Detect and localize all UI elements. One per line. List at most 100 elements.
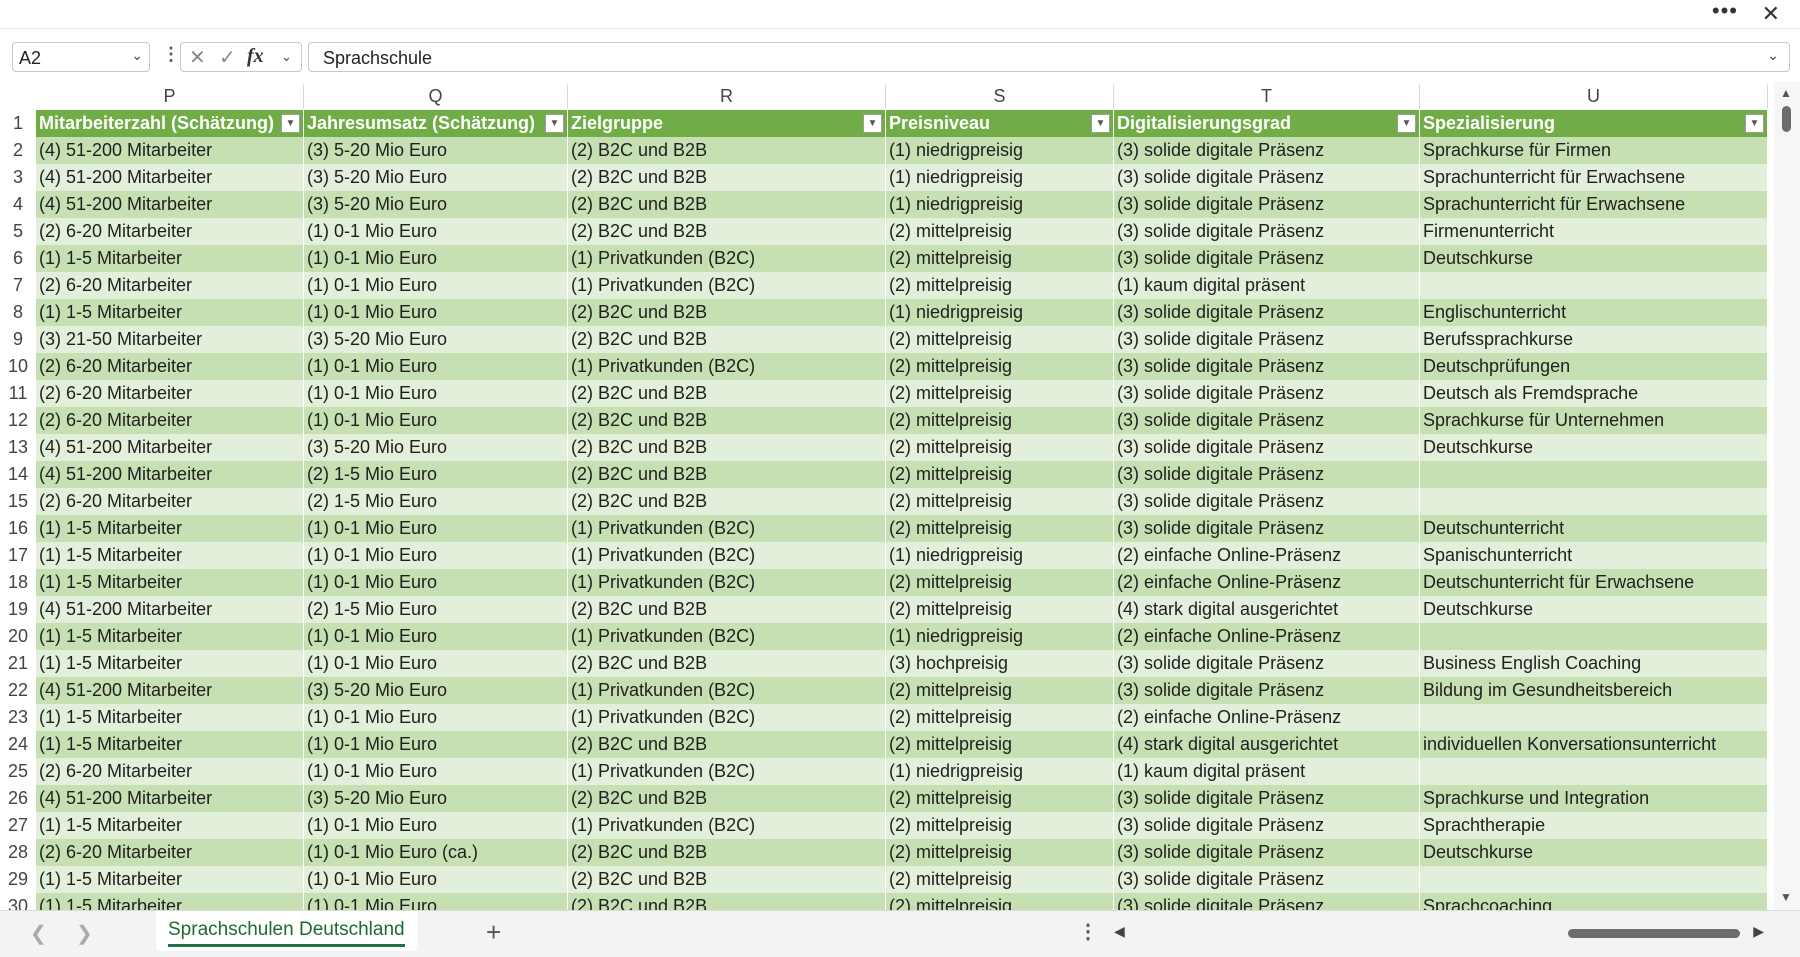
table-cell[interactable]: (2) B2C und B2B (568, 407, 886, 434)
table-cell[interactable]: (1) niedrigpreisig (886, 137, 1114, 164)
table-header-cell[interactable]: Spezialisierung ▼ (1420, 110, 1768, 137)
table-cell[interactable]: Sprachunterricht für Erwachsene (1420, 164, 1768, 191)
row-number[interactable]: 12 (0, 407, 36, 434)
table-cell[interactable]: (4) stark digital ausgerichtet (1114, 731, 1420, 758)
table-cell[interactable]: (3) solide digitale Präsenz (1114, 515, 1420, 542)
vertical-dots-icon[interactable]: ⋮ (162, 44, 180, 65)
table-cell[interactable]: (3) solide digitale Präsenz (1114, 488, 1420, 515)
row-number[interactable]: 25 (0, 758, 36, 785)
formula-input[interactable]: Sprachschule ⌄ (308, 42, 1790, 72)
table-cell[interactable]: (3) solide digitale Präsenz (1114, 461, 1420, 488)
spreadsheet-grid[interactable]: PQRSTU 1 Mitarbeiterzahl (Schätzung) ▼ Jahr… (0, 82, 1774, 910)
table-cell[interactable]: (2) mittelpreisig (886, 839, 1114, 866)
table-cell[interactable]: (4) 51-200 Mitarbeiter (36, 461, 304, 488)
table-cell[interactable]: (2) mittelpreisig (886, 434, 1114, 461)
table-header-cell[interactable]: Jahresumsatz (Schätzung) ▼ (304, 110, 568, 137)
table-cell[interactable] (1420, 272, 1768, 299)
row-number[interactable]: 30 (0, 893, 36, 910)
table-header-cell[interactable]: Digitalisierungsgrad ▼ (1114, 110, 1420, 137)
table-cell[interactable]: (1) Privatkunden (B2C) (568, 245, 886, 272)
table-cell[interactable]: (3) solide digitale Präsenz (1114, 893, 1420, 910)
table-cell[interactable] (1420, 758, 1768, 785)
table-cell[interactable]: (2) mittelpreisig (886, 866, 1114, 893)
table-cell[interactable]: Deutschprüfungen (1420, 353, 1768, 380)
scroll-left-icon[interactable]: ◀ (1114, 923, 1125, 940)
table-cell[interactable]: (2) mittelpreisig (886, 515, 1114, 542)
table-cell[interactable]: Sprachkurse für Unternehmen (1420, 407, 1768, 434)
table-cell[interactable]: (1) niedrigpreisig (886, 191, 1114, 218)
row-number[interactable]: 26 (0, 785, 36, 812)
table-cell[interactable]: (3) solide digitale Präsenz (1114, 407, 1420, 434)
table-header-cell[interactable]: Mitarbeiterzahl (Schätzung) ▼ (36, 110, 304, 137)
table-cell[interactable]: (2) B2C und B2B (568, 596, 886, 623)
row-number[interactable]: 8 (0, 299, 36, 326)
row-number[interactable]: 13 (0, 434, 36, 461)
table-cell[interactable]: (1) niedrigpreisig (886, 164, 1114, 191)
table-cell[interactable]: (2) 6-20 Mitarbeiter (36, 407, 304, 434)
check-icon[interactable]: ✓ (219, 45, 236, 70)
table-cell[interactable]: (1) 0-1 Mio Euro (304, 731, 568, 758)
table-cell[interactable]: (3) 5-20 Mio Euro (304, 137, 568, 164)
table-cell[interactable]: (1) Privatkunden (B2C) (568, 569, 886, 596)
table-cell[interactable]: Deutsch als Fremdsprache (1420, 380, 1768, 407)
table-cell[interactable]: (2) 6-20 Mitarbeiter (36, 353, 304, 380)
table-cell[interactable]: (2) mittelpreisig (886, 812, 1114, 839)
table-cell[interactable]: (4) stark digital ausgerichtet (1114, 596, 1420, 623)
row-number[interactable]: 20 (0, 623, 36, 650)
table-cell[interactable]: (3) solide digitale Präsenz (1114, 380, 1420, 407)
close-icon[interactable]: ✕ (1762, 0, 1780, 28)
table-cell[interactable] (1420, 866, 1768, 893)
table-cell[interactable]: (1) 1-5 Mitarbeiter (36, 731, 304, 758)
table-cell[interactable]: (4) 51-200 Mitarbeiter (36, 434, 304, 461)
table-cell[interactable]: (1) 1-5 Mitarbeiter (36, 245, 304, 272)
table-cell[interactable]: (3) solide digitale Präsenz (1114, 434, 1420, 461)
table-cell[interactable]: (1) 0-1 Mio Euro (304, 866, 568, 893)
table-cell[interactable]: Deutschkurse (1420, 839, 1768, 866)
table-cell[interactable]: (2) mittelpreisig (886, 893, 1114, 910)
scroll-thumb[interactable] (1568, 929, 1740, 938)
column-header[interactable]: Q (304, 84, 568, 108)
table-cell[interactable]: (2) B2C und B2B (568, 326, 886, 353)
horizontal-scrollbar[interactable]: ◀ ▶ (1108, 921, 1770, 945)
row-number[interactable]: 22 (0, 677, 36, 704)
table-cell[interactable]: Sprachkurse für Firmen (1420, 137, 1768, 164)
table-cell[interactable]: (3) solide digitale Präsenz (1114, 164, 1420, 191)
chevron-down-icon[interactable]: ⌄ (131, 47, 143, 64)
table-cell[interactable]: (2) B2C und B2B (568, 434, 886, 461)
table-cell[interactable]: (3) 5-20 Mio Euro (304, 677, 568, 704)
table-cell[interactable]: (2) 6-20 Mitarbeiter (36, 488, 304, 515)
table-cell[interactable]: (1) 0-1 Mio Euro (304, 245, 568, 272)
table-cell[interactable]: (2) einfache Online-Präsenz (1114, 623, 1420, 650)
table-cell[interactable]: (4) 51-200 Mitarbeiter (36, 191, 304, 218)
table-cell[interactable]: (1) 0-1 Mio Euro (304, 218, 568, 245)
table-cell[interactable]: Sprachunterricht für Erwachsene (1420, 191, 1768, 218)
table-cell[interactable]: (1) 1-5 Mitarbeiter (36, 866, 304, 893)
table-cell[interactable] (1420, 488, 1768, 515)
table-cell[interactable]: (3) solide digitale Präsenz (1114, 245, 1420, 272)
table-cell[interactable]: (2) mittelpreisig (886, 461, 1114, 488)
previous-sheet-icon[interactable]: ❮ (30, 921, 47, 946)
table-cell[interactable]: (1) 0-1 Mio Euro (304, 623, 568, 650)
row-number[interactable]: 7 (0, 272, 36, 299)
table-cell[interactable]: (2) einfache Online-Präsenz (1114, 569, 1420, 596)
table-cell[interactable] (1420, 623, 1768, 650)
table-cell[interactable]: (1) 0-1 Mio Euro (304, 893, 568, 910)
table-cell[interactable]: Sprachkurse und Integration (1420, 785, 1768, 812)
table-cell[interactable]: (1) 1-5 Mitarbeiter (36, 569, 304, 596)
row-number[interactable]: 11 (0, 380, 36, 407)
table-cell[interactable]: (2) B2C und B2B (568, 785, 886, 812)
table-cell[interactable]: (3) solide digitale Präsenz (1114, 812, 1420, 839)
table-cell[interactable]: (1) Privatkunden (B2C) (568, 353, 886, 380)
row-number[interactable]: 19 (0, 596, 36, 623)
table-cell[interactable]: (2) mittelpreisig (886, 245, 1114, 272)
table-cell[interactable]: (2) mittelpreisig (886, 218, 1114, 245)
table-cell[interactable]: (1) 0-1 Mio Euro (304, 380, 568, 407)
table-cell[interactable]: (1) 1-5 Mitarbeiter (36, 893, 304, 910)
sheet-tab-active[interactable]: Sprachschulen Deutschland (156, 911, 417, 951)
table-cell[interactable]: (2) mittelpreisig (886, 407, 1114, 434)
table-cell[interactable]: (3) 5-20 Mio Euro (304, 326, 568, 353)
table-cell[interactable]: (2) mittelpreisig (886, 677, 1114, 704)
table-cell[interactable]: (2) 6-20 Mitarbeiter (36, 839, 304, 866)
table-cell[interactable]: (1) Privatkunden (B2C) (568, 758, 886, 785)
table-cell[interactable]: (2) 6-20 Mitarbeiter (36, 218, 304, 245)
